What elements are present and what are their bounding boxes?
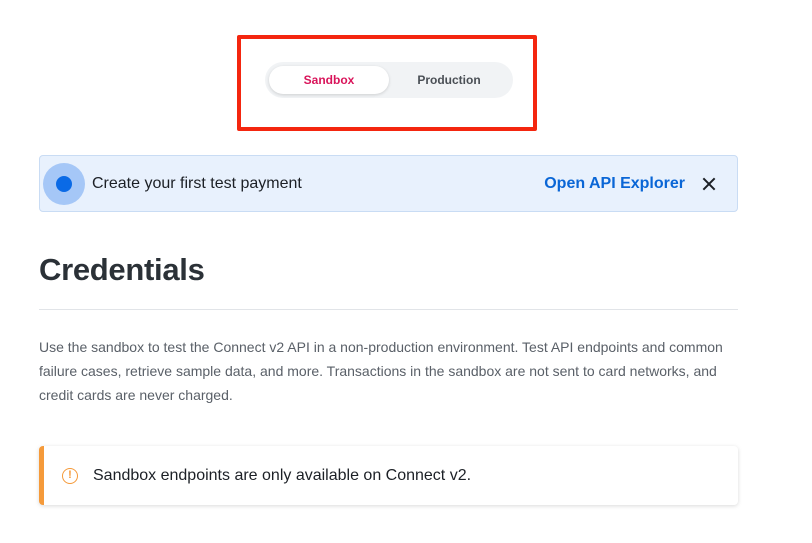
open-api-explorer-link[interactable]: Open API Explorer <box>544 175 685 193</box>
tab-production[interactable]: Production <box>389 66 509 94</box>
page: Sandbox Production Create your first tes… <box>0 0 812 543</box>
environment-toggle: Sandbox Production <box>265 62 513 98</box>
pulse-indicator-icon <box>43 162 85 205</box>
tab-sandbox[interactable]: Sandbox <box>269 66 389 94</box>
page-description: Use the sandbox to test the Connect v2 A… <box>39 339 723 403</box>
test-payment-banner: Create your first test payment Open API … <box>39 155 738 212</box>
divider <box>39 309 738 310</box>
banner-text: Create your first test payment <box>92 174 302 192</box>
warning-icon: ! <box>62 467 78 484</box>
page-title: Credentials <box>39 252 205 287</box>
pulse-dot <box>56 175 72 192</box>
close-icon[interactable] <box>699 174 719 194</box>
warning-callout: ! Sandbox endpoints are only available o… <box>39 446 738 505</box>
callout-text: Sandbox endpoints are only available on … <box>93 466 472 484</box>
